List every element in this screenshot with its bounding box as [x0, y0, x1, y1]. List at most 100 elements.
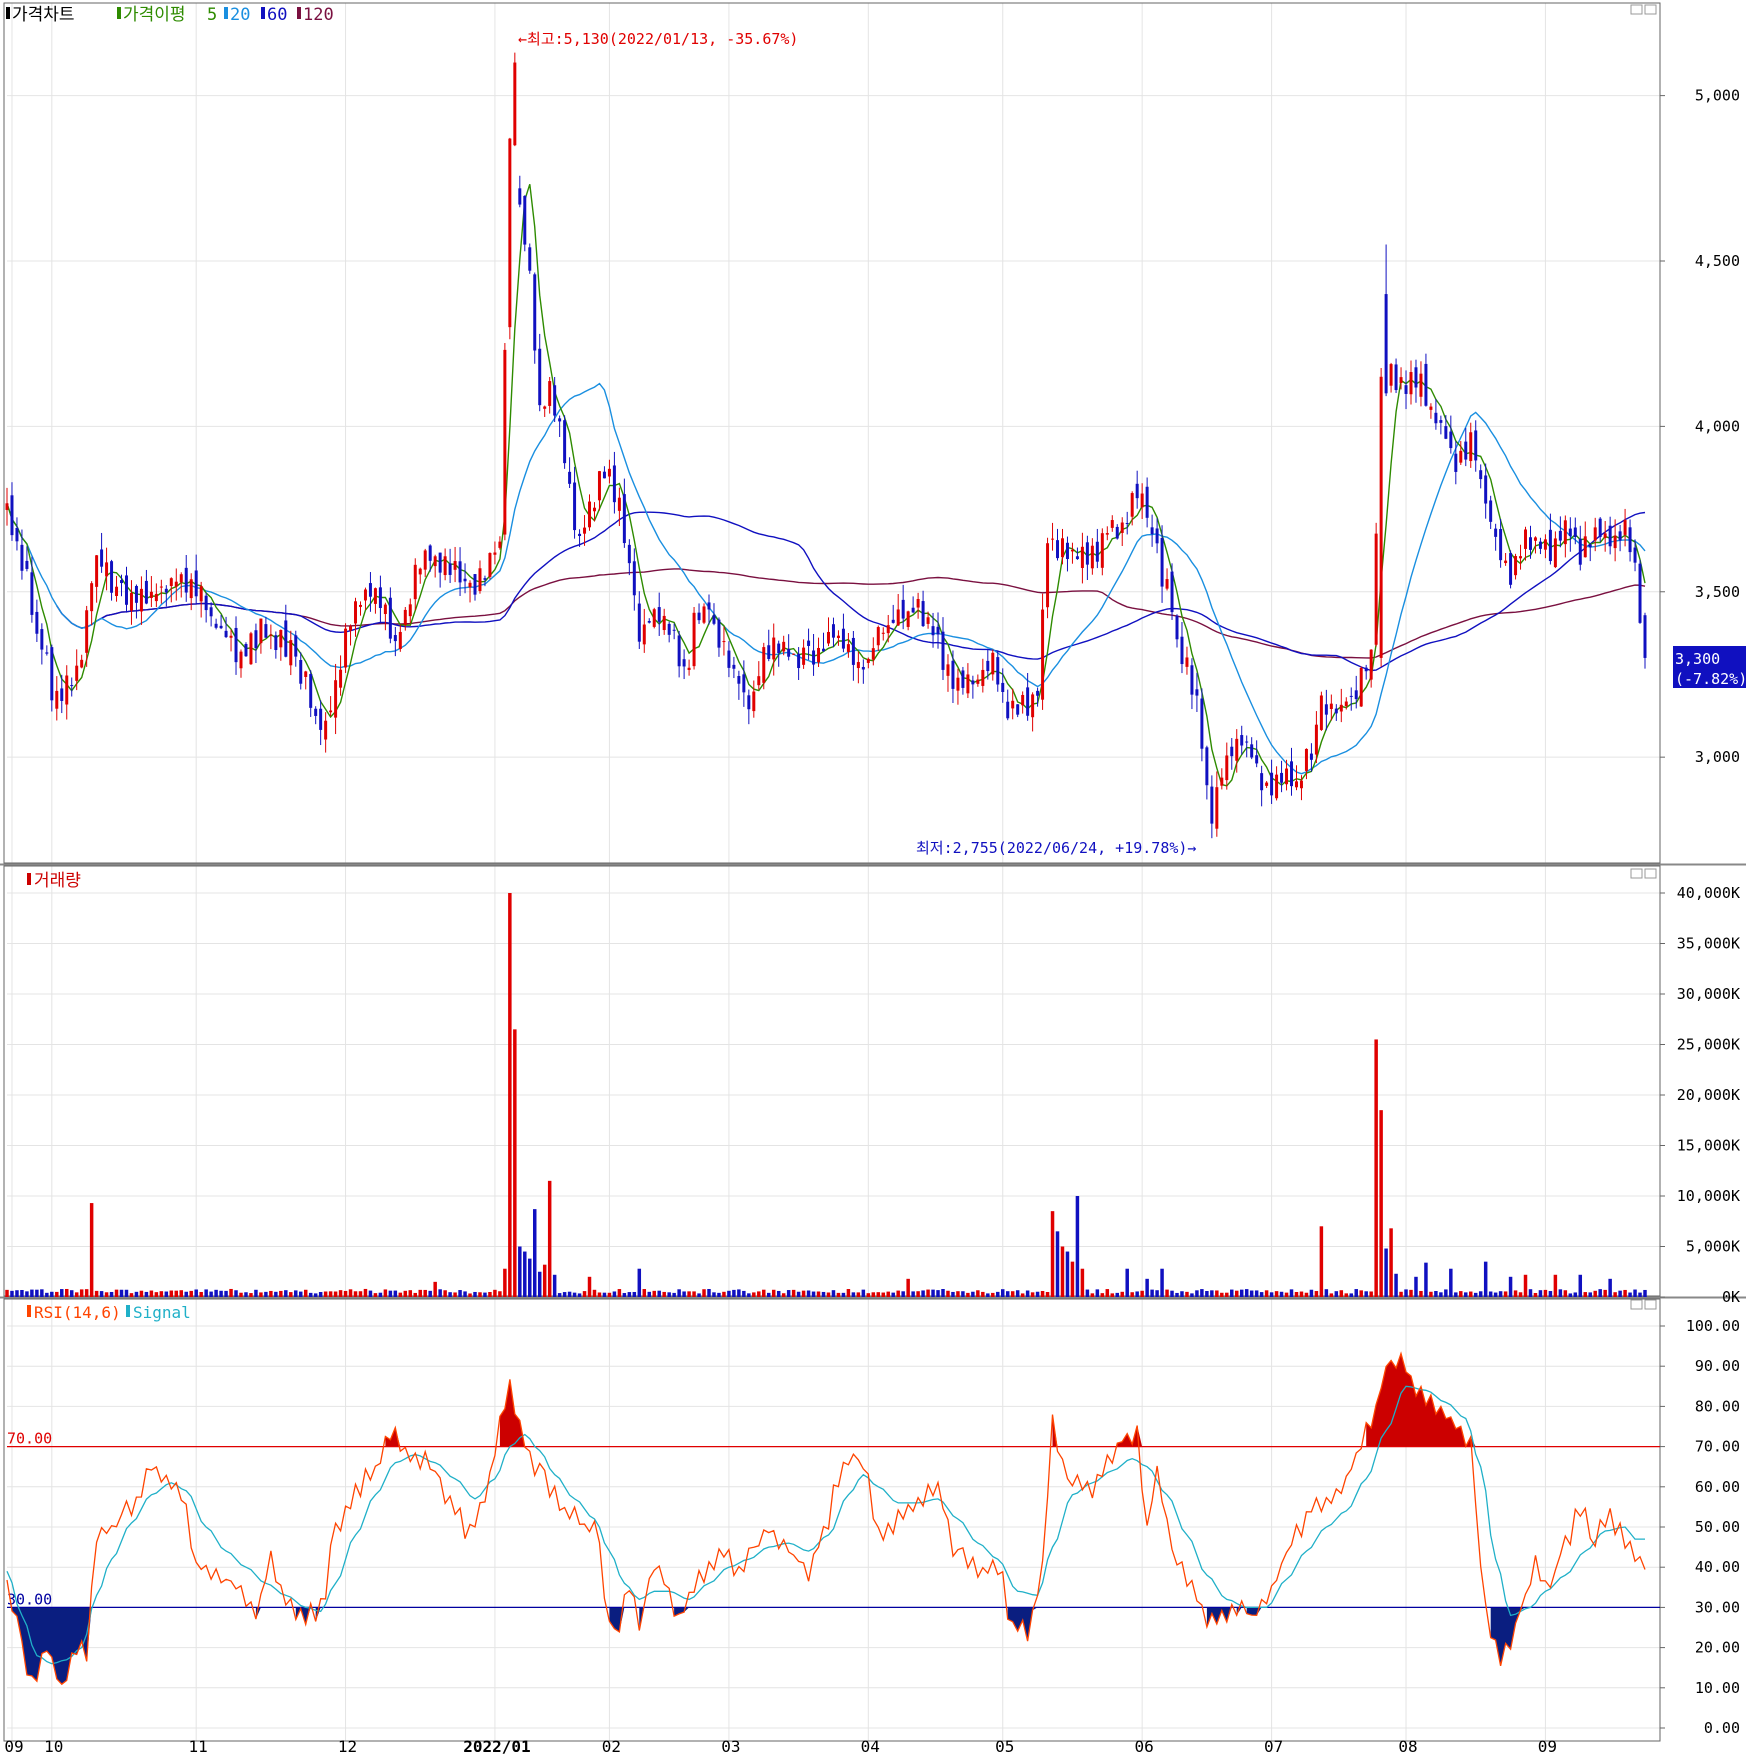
volume-bar [84, 1289, 89, 1297]
ma60-legend-marker [261, 7, 265, 19]
volume-bar [65, 1288, 69, 1297]
volume-bar [697, 1293, 701, 1297]
volume-tick-label: 15,000K [1677, 1137, 1740, 1155]
volume-bar [1215, 1290, 1219, 1297]
volume-bar [1613, 1292, 1617, 1297]
volume-bar [443, 1290, 447, 1297]
volume-bar [1638, 1292, 1642, 1297]
volume-bar [692, 1291, 696, 1297]
volume-tick-label: 0K [1722, 1288, 1740, 1306]
volume-bar [1643, 1289, 1647, 1297]
volume-bar [124, 1289, 129, 1297]
ma-legend-label: 가격이평 [123, 5, 186, 25]
volume-bar [269, 1290, 273, 1297]
volume-bar [1120, 1291, 1124, 1297]
volume-bar [129, 1293, 134, 1297]
candle [513, 52, 517, 147]
volume-bar [657, 1290, 661, 1297]
volume-bar [971, 1291, 975, 1297]
candle [1638, 559, 1642, 624]
volume-bar [1488, 1291, 1493, 1297]
volume-bar [806, 1290, 811, 1297]
volume-bar [547, 1180, 552, 1297]
volume-bar [821, 1291, 826, 1297]
volume-bar [1568, 1293, 1573, 1297]
volume-bar [318, 1292, 323, 1297]
volume-bar [537, 1271, 542, 1297]
volume-bar [891, 1292, 895, 1297]
volume-bar [274, 1291, 278, 1297]
volume-bar [513, 1029, 517, 1297]
volume-bar [1249, 1290, 1254, 1297]
volume-bar [403, 1290, 408, 1297]
volume-bar [961, 1291, 965, 1297]
volume-bar [856, 1292, 861, 1297]
volume-bar [303, 1289, 308, 1297]
x-tick-label: 06 [1135, 1737, 1154, 1755]
volume-bar [1259, 1292, 1264, 1297]
x-tick-label: 09 [1538, 1737, 1557, 1755]
volume-bar [1498, 1291, 1503, 1297]
volume-bar [707, 1288, 711, 1297]
volume-tick-label: 35,000K [1677, 935, 1740, 953]
volume-bar [518, 1246, 522, 1297]
volume-bar [219, 1290, 223, 1297]
volume-bar [1269, 1292, 1274, 1297]
volume-bar [1633, 1289, 1637, 1297]
volume-bar [508, 893, 512, 1297]
volume-bar [448, 1292, 452, 1297]
volume-bar [398, 1292, 403, 1297]
volume-bar [144, 1291, 149, 1297]
volume-bar [732, 1289, 736, 1297]
volume-bar [1045, 1292, 1050, 1297]
volume-bar [1434, 1290, 1438, 1297]
volume-bar [358, 1291, 363, 1297]
volume-bar [727, 1290, 731, 1297]
price-tick-label: 3,000 [1695, 748, 1740, 766]
volume-bar [1478, 1291, 1483, 1297]
volume-bar [1469, 1291, 1473, 1297]
candle [702, 603, 706, 625]
volume-bar [1130, 1292, 1134, 1297]
volume-bar [1309, 1289, 1314, 1297]
volume-bar [1185, 1291, 1189, 1297]
volume-bar [528, 1258, 532, 1297]
volume-bar [612, 1291, 617, 1297]
volume-bar [1225, 1292, 1229, 1297]
volume-bar [1329, 1293, 1334, 1297]
volume-bar [916, 1291, 920, 1297]
volume-bar [1424, 1262, 1428, 1297]
volume-bar [55, 1291, 59, 1297]
volume-bar [901, 1291, 905, 1297]
volume-bar [627, 1292, 632, 1297]
volume-bar [289, 1292, 293, 1297]
volume-bar [1503, 1291, 1508, 1297]
volume-bar [224, 1290, 228, 1297]
volume-bar [1404, 1289, 1408, 1297]
volume-bar [1304, 1292, 1309, 1297]
ma20-legend-label: 20 [230, 5, 250, 25]
volume-tick-label: 25,000K [1677, 1036, 1740, 1054]
candle [1041, 593, 1045, 710]
price-legend: 가격차트 가격이평 5 20 60 120 [6, 5, 334, 25]
volume-bar [169, 1290, 174, 1297]
x-tick-label: 05 [995, 1737, 1014, 1755]
volume-bar [1210, 1290, 1214, 1297]
volume-bar [796, 1291, 801, 1297]
volume-bar [413, 1292, 417, 1297]
volume-bar [1628, 1292, 1632, 1297]
volume-bar [602, 1292, 607, 1297]
volume-bar [1220, 1292, 1224, 1297]
volume-bar [781, 1293, 786, 1297]
high-annotation: ←최고:5,130(2022/01/13, -35.67%) [518, 30, 798, 48]
volume-bar [946, 1290, 950, 1297]
volume-bar [1598, 1289, 1602, 1297]
candle [503, 342, 507, 541]
volume-bar [1135, 1291, 1139, 1297]
ma5-legend-label: 5 [207, 5, 217, 25]
volume-bar [214, 1289, 218, 1297]
signal-legend-label: Signal [133, 1303, 191, 1322]
volume-bar [617, 1289, 622, 1297]
volume-bar [791, 1289, 796, 1297]
x-tick-label: 04 [861, 1737, 880, 1755]
